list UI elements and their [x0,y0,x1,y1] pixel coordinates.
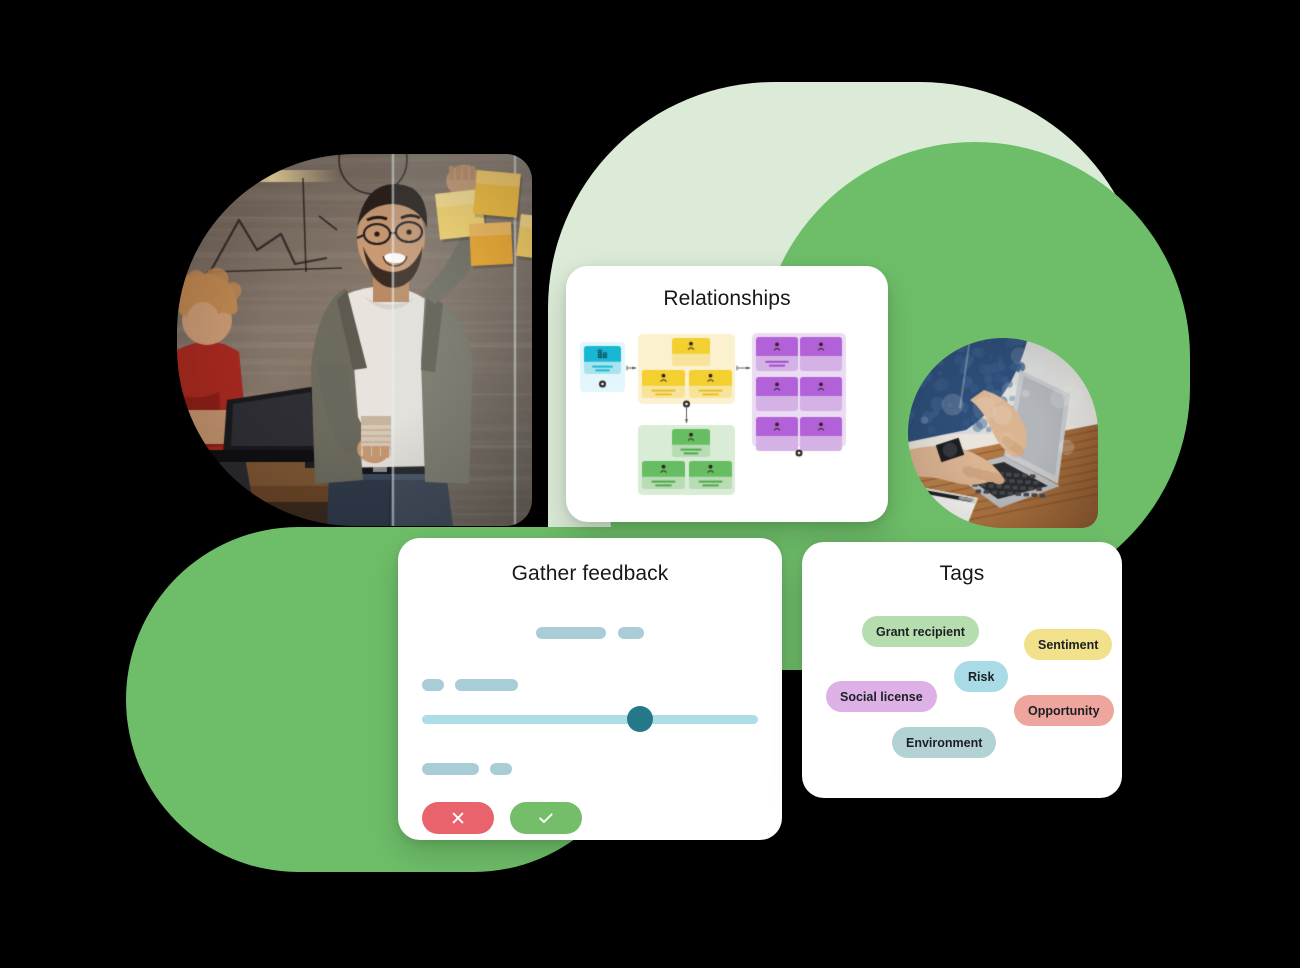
placeholder-bar [618,627,644,639]
gather-feedback-card-title: Gather feedback [398,562,782,586]
tag-chip[interactable]: Grant recipient [862,616,979,647]
gather-feedback-body [398,600,782,834]
placeholder-bar [536,627,606,639]
placeholder-bar [422,679,444,691]
gather-feedback-card: Gather feedback [398,538,782,840]
field-label-placeholder-row [398,676,782,694]
tags-card: Tags Grant recipient Sentiment Risk Social … [802,542,1122,798]
relationships-card-title: Relationships [566,287,888,311]
tags-cloud: Grant recipient Sentiment Risk Social licen… [802,594,1122,794]
laptop-typing-photo-canvas [908,338,1098,528]
slider-track[interactable] [422,715,758,724]
tag-chip[interactable]: Social license [826,681,937,712]
accept-button[interactable] [510,802,582,834]
relationships-card: Relationships [566,266,888,522]
close-icon [450,810,466,826]
team-brainstorm-photo-canvas [177,154,532,526]
hero-illustration: Relationships Gather feedback Tags Grant… [0,0,1300,968]
secondary-label-placeholder-row [398,760,782,778]
feedback-slider[interactable] [422,706,758,732]
placeholder-bar [422,763,479,775]
tag-chip[interactable]: Risk [954,661,1008,692]
team-brainstorm-photo [177,154,532,526]
tag-chip[interactable]: Environment [892,727,996,758]
tags-card-title: Tags [802,562,1122,586]
placeholder-bar [490,763,512,775]
slider-thumb[interactable] [627,706,653,732]
relationship-diagram[interactable] [566,320,888,510]
placeholder-bar [455,679,518,691]
question-placeholder-row [398,624,782,642]
tag-chip[interactable]: Opportunity [1014,695,1114,726]
check-icon [537,810,555,826]
feedback-action-row [422,802,782,834]
laptop-typing-photo [908,338,1098,528]
tag-chip[interactable]: Sentiment [1024,629,1112,660]
reject-button[interactable] [422,802,494,834]
